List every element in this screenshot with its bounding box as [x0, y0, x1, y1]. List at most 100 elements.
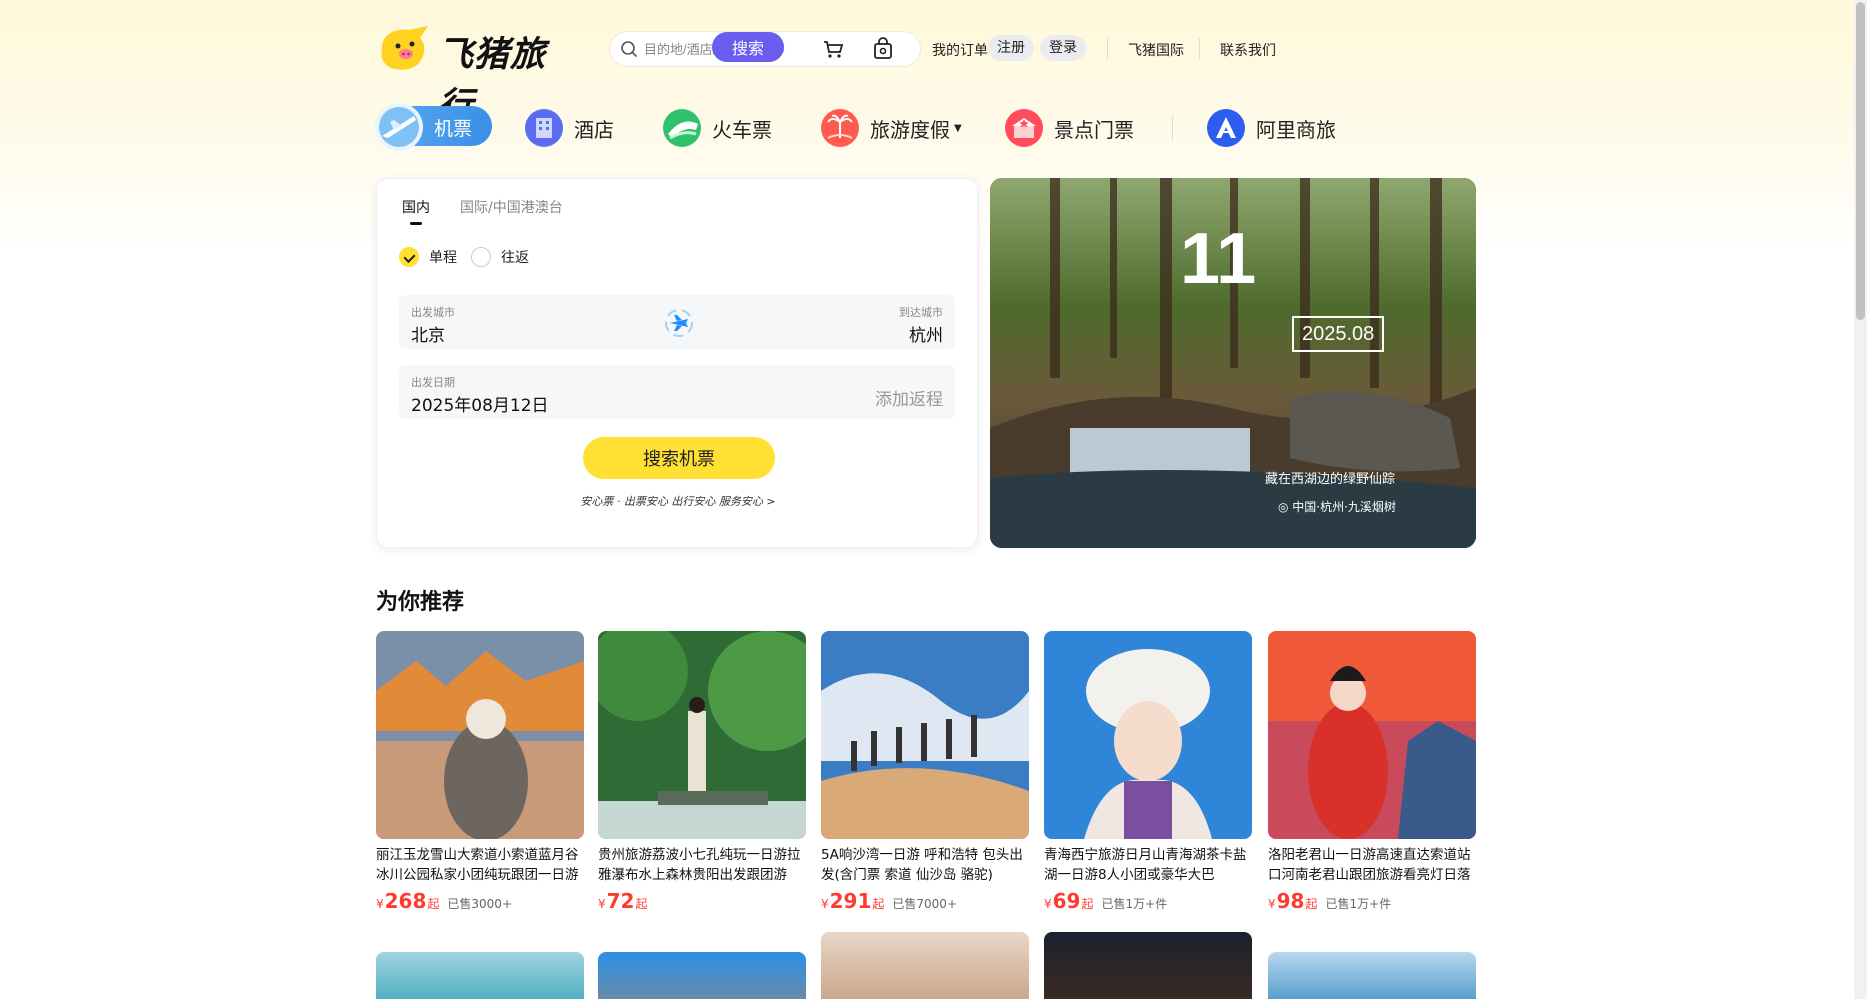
one-way-label: 单程 [429, 250, 457, 266]
product-price: ¥ 98 起 已售1万+件 [1268, 889, 1476, 913]
bag-icon[interactable] [870, 36, 896, 62]
logo[interactable]: 飞猪旅行 [376, 22, 576, 126]
product-image [1044, 631, 1252, 839]
product-card[interactable]: 5A响沙湾一日游 呼和浩特 包头出发(含门票 索道 仙沙岛 骆驼) ¥ 291 … [821, 631, 1029, 913]
sold-count: 已售7000+ [892, 897, 958, 911]
hotel-icon [525, 109, 563, 147]
chevron-down-icon: ▼ [954, 122, 962, 134]
hero-caption: 藏在西湖边的绿野仙踪 [1265, 472, 1396, 487]
product-card[interactable]: 青海西宁旅游日月山青海湖茶卡盐湖一日游8人小团或豪华大巴 ¥ 69 起 已售1万… [1044, 631, 1252, 913]
one-way-radio[interactable]: 单程 [399, 247, 457, 267]
business-travel-icon [1207, 109, 1245, 147]
my-orders-link[interactable]: 我的订单 [932, 40, 988, 60]
price-suffix: 起 [427, 897, 440, 911]
tab-trains[interactable]: 火车票 [662, 100, 772, 156]
tab-trains-label: 火车票 [712, 117, 772, 142]
currency: ¥ [376, 897, 384, 911]
product-title: 青海西宁旅游日月山青海湖茶卡盐湖一日游8人小团或豪华大巴 [1044, 847, 1247, 883]
sold-count: 已售3000+ [447, 897, 513, 911]
product-image [598, 631, 806, 839]
tab-flights-label: 机票 [434, 118, 473, 140]
tab-flights[interactable]: 机票 [375, 103, 492, 151]
price-value: 98 [1276, 889, 1305, 913]
register-button[interactable]: 注册 [988, 35, 1034, 61]
date-field: 出发日期 2025年08月12日 添加返程 [399, 365, 955, 419]
divider [1199, 38, 1200, 60]
departure-date-input[interactable]: 2025年08月12日 [411, 391, 549, 416]
train-icon [663, 109, 701, 147]
hero-month: 2025.08 [1292, 316, 1385, 352]
product-price: ¥ 72 起 [598, 889, 806, 913]
flight-search-panel: 国内 国际/中国港澳台 单程 往返 出发城市 北京 到达城市 杭州 出发日期 2… [376, 178, 978, 548]
cart-icon[interactable] [820, 36, 846, 62]
currency: ¥ [821, 897, 829, 911]
product-price: ¥ 291 起 已售7000+ [821, 889, 1029, 913]
contact-link[interactable]: 联系我们 [1220, 40, 1276, 60]
price-suffix: 起 [635, 897, 648, 911]
product-price: ¥ 268 起 已售3000+ [376, 889, 584, 913]
tab-vacation[interactable]: 旅游度假 ▼ [820, 100, 962, 156]
price-value: 72 [606, 889, 635, 913]
round-trip-radio[interactable]: 往返 [471, 247, 529, 267]
currency: ¥ [598, 897, 606, 911]
radio-unchecked-icon [471, 247, 491, 267]
price-value: 268 [384, 889, 427, 913]
price-value: 69 [1052, 889, 1081, 913]
product-card-partial[interactable] [1044, 932, 1252, 999]
main-nav: 机票 酒店 火车票 旅游度假 ▼ 景点门票 阿里商旅 [375, 100, 1476, 156]
plane-icon [375, 103, 423, 151]
divider [1107, 38, 1108, 60]
to-city-input[interactable]: 杭州 [909, 321, 943, 346]
login-button[interactable]: 登录 [1040, 35, 1086, 61]
hero-banner[interactable]: 11 2025.08 藏在西湖边的绿野仙踪 ◎ 中国·杭州·九溪烟树 [990, 178, 1476, 548]
assurance-link[interactable]: 安心票 · 出票安心 出行安心 服务安心 > [377, 493, 979, 509]
product-title: 5A响沙湾一日游 呼和浩特 包头出发(含门票 索道 仙沙岛 骆驼) [821, 847, 1023, 883]
product-card-partial[interactable] [598, 952, 806, 999]
from-label: 出发城市 [411, 306, 455, 319]
from-city-input[interactable]: 北京 [411, 321, 445, 346]
price-suffix: 起 [872, 897, 885, 911]
search-flights-button[interactable]: 搜索机票 [583, 437, 775, 479]
price-suffix: 起 [1081, 897, 1094, 911]
header: 飞猪旅行 搜索 我的订单 注册 登录 飞猪国际 联系我们 [376, 22, 1476, 126]
sold-count: 已售1万+件 [1325, 897, 1392, 911]
product-card[interactable]: 丽江玉龙雪山大索道小索道蓝月谷冰川公园私家小团纯玩跟团一日游 ¥ 268 起 已… [376, 631, 584, 913]
tab-international[interactable]: 国际/中国港澳台 [460, 197, 563, 217]
product-title: 丽江玉龙雪山大索道小索道蓝月谷冰川公园私家小团纯玩跟团一日游 [376, 847, 579, 883]
recommend-title: 为你推荐 [376, 590, 465, 615]
price-value: 291 [829, 889, 872, 913]
radio-checked-icon [399, 247, 419, 267]
currency: ¥ [1044, 897, 1052, 911]
tab-business-label: 阿里商旅 [1256, 117, 1336, 142]
tab-hotels[interactable]: 酒店 [524, 100, 614, 156]
search-button[interactable]: 搜索 [712, 32, 784, 62]
product-image [376, 631, 584, 839]
pig-logo-icon [381, 26, 428, 70]
hero-location: ◎ 中国·杭州·九溪烟树 [1278, 500, 1396, 514]
scrollbar-thumb[interactable] [1856, 2, 1865, 320]
city-field: 出发城市 北京 到达城市 杭州 [399, 295, 955, 349]
sold-count: 已售1万+件 [1101, 897, 1168, 911]
international-link[interactable]: 飞猪国际 [1128, 40, 1184, 60]
tab-tickets[interactable]: 景点门票 [1004, 100, 1134, 156]
tab-tickets-label: 景点门票 [1054, 117, 1134, 142]
currency: ¥ [1268, 897, 1276, 911]
price-suffix: 起 [1305, 897, 1318, 911]
plane-swap-icon[interactable] [663, 307, 695, 339]
product-title: 贵州旅游荔波小七孔纯玩一日游拉雅瀑布水上森林贵阳出发跟团游 [598, 847, 801, 883]
to-label: 到达城市 [899, 306, 943, 319]
tab-domestic[interactable]: 国内 [402, 197, 430, 225]
add-return-button[interactable]: 添加返程 [875, 385, 943, 410]
product-card[interactable]: 洛阳老君山一日游高速直达索道站口河南老君山跟团旅游看亮灯日落 ¥ 98 起 已售… [1268, 631, 1476, 913]
scrollbar[interactable] [1854, 0, 1867, 999]
product-card-partial[interactable] [821, 932, 1029, 999]
product-card[interactable]: 贵州旅游荔波小七孔纯玩一日游拉雅瀑布水上森林贵阳出发跟团游 ¥ 72 起 [598, 631, 806, 913]
tab-hotels-label: 酒店 [574, 117, 614, 142]
tab-business[interactable]: 阿里商旅 [1206, 100, 1336, 156]
search-icon [621, 41, 638, 58]
product-image [821, 631, 1029, 839]
product-card-partial[interactable] [1268, 952, 1476, 999]
product-title: 洛阳老君山一日游高速直达索道站口河南老君山跟团旅游看亮灯日落 [1268, 847, 1471, 883]
tab-vacation-label: 旅游度假 [870, 117, 950, 142]
product-card-partial[interactable] [376, 952, 584, 999]
